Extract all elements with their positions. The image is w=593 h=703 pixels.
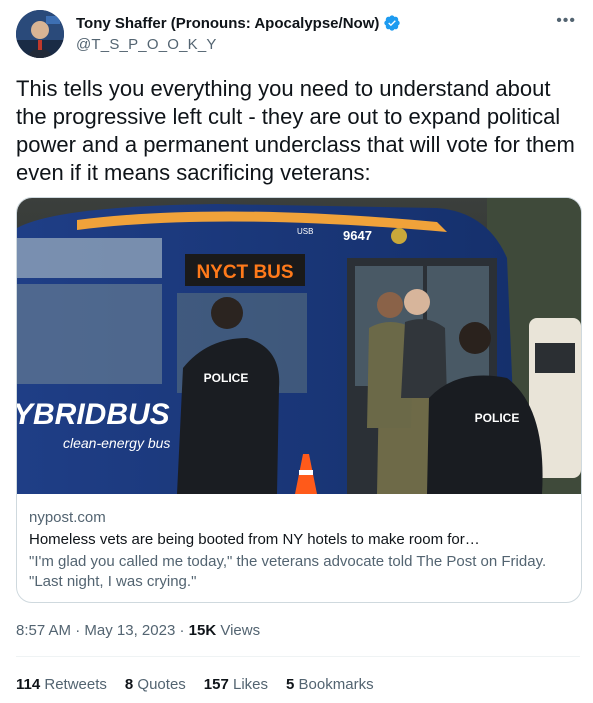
author-handle[interactable]: @T_S_P_O_O_K_Y: [76, 36, 217, 53]
clean-energy-text: clean-energy bus: [63, 435, 170, 451]
card-body: nypost.com Homeless vets are being boote…: [29, 508, 569, 592]
stat-likes[interactable]: 157 Likes: [204, 676, 268, 693]
stat-count: 8: [124, 676, 134, 693]
tweet-time[interactable]: 8:57 AM: [16, 622, 71, 639]
stat-count: 114: [16, 676, 41, 693]
views-label: Views: [220, 622, 261, 639]
link-card[interactable]: NYCT BUS USB 9647 YBRIDBUS clean-energy …: [16, 197, 582, 603]
stat-bookmarks[interactable]: 5 Bookmarks: [286, 676, 374, 693]
views-count: 15K: [188, 622, 217, 639]
tweet-text: This tells you everything you need to un…: [16, 76, 575, 185]
verified-badge-icon: [383, 14, 401, 32]
stat-label: Likes: [233, 676, 269, 693]
police-left-text: POLICE: [204, 371, 249, 385]
divider: [16, 656, 580, 657]
tweet-header: Tony Shaffer (Pronouns: Apocalypse/Now) …: [16, 10, 578, 60]
avatar[interactable]: [16, 10, 64, 58]
author-name[interactable]: Tony Shaffer (Pronouns: Apocalypse/Now): [76, 15, 379, 32]
stat-quotes[interactable]: 8 Quotes: [125, 676, 186, 693]
stat-count: 5: [286, 676, 295, 693]
card-description: "I'm glad you called me today," the vete…: [29, 553, 547, 590]
police-right-text: POLICE: [475, 411, 520, 425]
stat-count: 157: [203, 676, 229, 693]
engagement-stats: 114 Retweets 8 Quotes 157 Likes 5 Bookma…: [16, 676, 374, 693]
card-image: NYCT BUS USB 9647 YBRIDBUS clean-energy …: [17, 198, 581, 494]
usb-label: USB: [297, 227, 313, 236]
tweet-meta: 8:57 AM · May 13, 2023 · 15K Views: [16, 622, 260, 639]
stat-retweets[interactable]: 114 Retweets: [16, 676, 107, 693]
bus-sign-text: NYCT BUS: [196, 262, 293, 283]
avatar-image: [16, 10, 64, 58]
stat-label: Bookmarks: [298, 676, 374, 693]
tweet-date[interactable]: May 13, 2023: [84, 622, 175, 639]
stat-label: Quotes: [137, 676, 186, 693]
hybrid-bus-text: YBRIDBUS: [17, 398, 170, 431]
card-title[interactable]: Homeless vets are being booted from NY h…: [29, 530, 569, 550]
meta-separator: ·: [179, 622, 189, 639]
bus-number: 9647: [343, 228, 372, 243]
more-horizontal-icon[interactable]: •••: [556, 12, 576, 30]
author-name-row: Tony Shaffer (Pronouns: Apocalypse/Now): [76, 14, 401, 32]
meta-separator: ·: [75, 622, 85, 639]
stat-label: Retweets: [44, 676, 107, 693]
card-domain: nypost.com: [29, 509, 106, 526]
